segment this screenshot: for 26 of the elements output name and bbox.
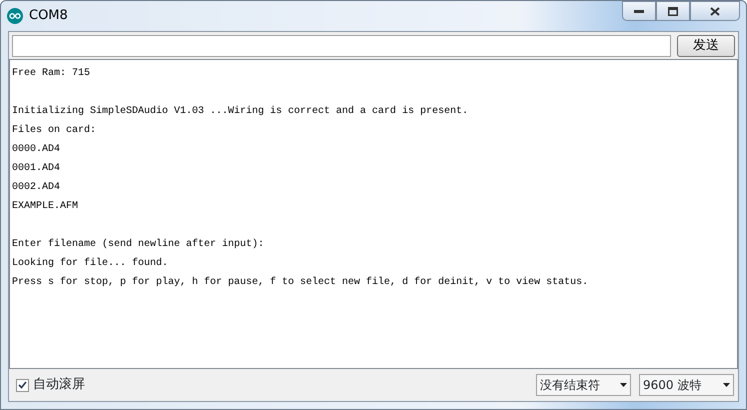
output-line: Files on card: xyxy=(12,124,96,138)
minimize-button[interactable] xyxy=(622,1,656,21)
output-line: 0000.AD4 xyxy=(12,143,60,157)
send-input-field[interactable] xyxy=(12,35,671,57)
close-button[interactable] xyxy=(690,1,740,21)
maximize-button[interactable] xyxy=(656,1,690,21)
dropdown-arrow-icon xyxy=(620,383,627,387)
app-logo-icon xyxy=(7,8,23,24)
send-button[interactable]: 发送 xyxy=(677,35,735,57)
close-icon xyxy=(710,6,720,16)
dropdown-arrow-icon xyxy=(723,383,730,387)
output-line: Initializing SimpleSDAudio V1.03 ...Wiring is correct and a card is present. xyxy=(12,104,468,119)
line-ending-dropdown[interactable]: 没有结束符 xyxy=(536,374,631,396)
autoscroll-label: 自动滚屏 xyxy=(33,376,85,394)
output-line: 0001.AD4 xyxy=(12,162,60,176)
output-line: EXAMPLE.AFM xyxy=(12,200,78,214)
output-line: Free Ram: 715 xyxy=(12,67,90,81)
maximize-icon xyxy=(668,6,678,16)
window-title: COM8 xyxy=(29,7,68,26)
baud-rate-dropdown[interactable]: 9600 波特 xyxy=(639,374,734,396)
output-line: Looking for file... found. xyxy=(12,256,168,271)
output-line: Enter filename (send newline after input): xyxy=(12,238,264,252)
output-line: 0002.AD4 xyxy=(12,181,60,195)
minimize-icon xyxy=(634,9,644,13)
autoscroll-checkbox[interactable] xyxy=(16,378,29,392)
output-line: Press s for stop, p for play, h for pause, f to select new file, d for deinit, v to view status. xyxy=(12,276,588,290)
